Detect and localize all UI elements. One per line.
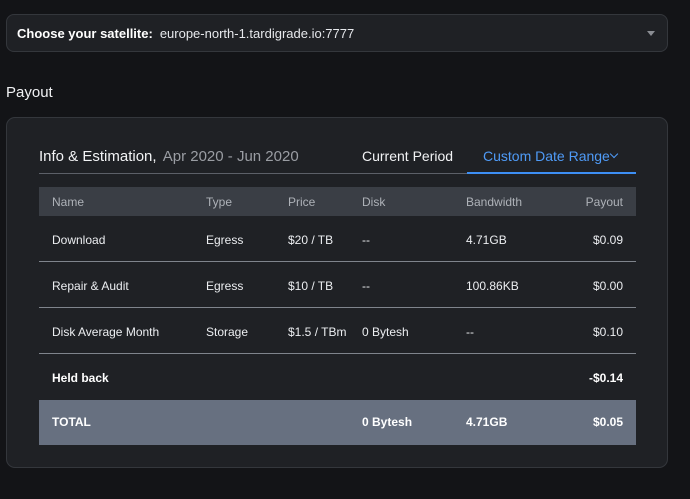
cell-bandwidth: 4.71GB — [466, 233, 507, 247]
cell-payout: $0.00 — [592, 279, 623, 293]
held-back-label: Held back — [52, 371, 109, 385]
header-disk: Disk — [362, 195, 386, 209]
cell-price: $1.5 / TBm — [288, 325, 347, 339]
cell-type: Storage — [206, 325, 249, 339]
tab-current-period[interactable]: Current Period — [362, 148, 453, 164]
total-row: TOTAL 0 Bytesh 4.71GB $0.05 — [39, 400, 636, 445]
payout-table: Name Type Price Disk Bandwidth Payout Do… — [39, 187, 636, 445]
card-period: Apr 2020 - Jun 2020 — [162, 148, 299, 165]
cell-bandwidth: -- — [466, 325, 474, 339]
cell-bandwidth: 100.86KB — [466, 279, 519, 293]
total-disk: 0 Bytesh — [362, 415, 413, 429]
total-payout: $0.05 — [592, 415, 623, 429]
header-name: Name — [52, 195, 85, 209]
cell-disk: -- — [362, 279, 370, 293]
header-payout: Payout — [585, 195, 623, 209]
cell-price: $20 / TB — [288, 233, 334, 247]
chevron-down-icon — [609, 149, 619, 159]
tab-custom-label: Custom Date Range — [483, 148, 610, 164]
total-bandwidth: 4.71GB — [466, 415, 508, 429]
cell-price: $10 / TB — [288, 279, 334, 293]
card-title-text: Info & Estimation, — [39, 148, 157, 165]
satellite-value: europe-north-1.tardigrade.io:7777 — [159, 25, 355, 41]
cell-name: Disk Average Month — [52, 325, 160, 339]
tab-custom-date-range[interactable]: Custom Date Range — [467, 140, 636, 174]
satellite-label: Choose your satellite: — [17, 25, 153, 41]
cell-disk: 0 Bytesh — [362, 325, 409, 339]
satellite-selector[interactable]: Choose your satellite: europe-north-1.ta… — [6, 14, 668, 52]
header-price: Price — [288, 195, 316, 209]
payout-card: Info & Estimation, Apr 2020 - Jun 2020 C… — [6, 117, 668, 468]
table-row: Repair & Audit Egress $10 / TB -- 100.86… — [39, 262, 636, 308]
section-title: Payout — [6, 84, 53, 101]
cell-payout: $0.09 — [592, 233, 623, 247]
table-header: Name Type Price Disk Bandwidth Payout — [39, 187, 636, 216]
caret-down-icon — [647, 31, 655, 36]
table-row: Download Egress $20 / TB -- 4.71GB $0.09 — [39, 216, 636, 262]
cell-type: Egress — [206, 279, 244, 293]
cell-disk: -- — [362, 233, 370, 247]
cell-payout: $0.10 — [592, 325, 623, 339]
table-row: Disk Average Month Storage $1.5 / TBm 0 … — [39, 308, 636, 354]
cell-name: Download — [52, 233, 106, 247]
cell-name: Repair & Audit — [52, 279, 129, 293]
card-title: Info & Estimation, Apr 2020 - Jun 2020 — [39, 148, 299, 165]
held-back-row: Held back -$0.14 — [39, 354, 636, 400]
held-back-payout: -$0.14 — [588, 371, 623, 385]
cell-type: Egress — [206, 233, 244, 247]
header-type: Type — [206, 195, 233, 209]
total-label: TOTAL — [52, 415, 91, 429]
header-bandwidth: Bandwidth — [466, 195, 523, 209]
card-header: Info & Estimation, Apr 2020 - Jun 2020 C… — [39, 140, 636, 174]
